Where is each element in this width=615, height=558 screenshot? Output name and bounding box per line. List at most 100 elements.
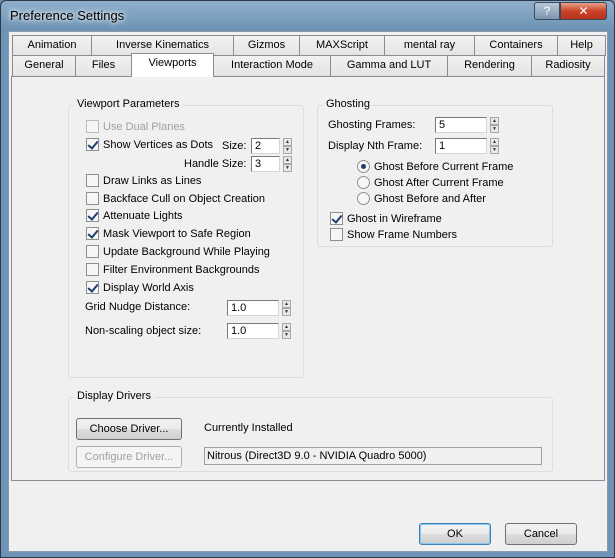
- grid-nudge-spinner[interactable]: 1.0 ▲ ▼: [227, 300, 291, 316]
- ghost-before-radio-dot[interactable]: [357, 160, 370, 173]
- tab-containers[interactable]: Containers: [474, 35, 558, 56]
- ghost-before-and-after-label: Ghost Before and After: [374, 192, 486, 205]
- tab-files[interactable]: Files: [75, 55, 132, 76]
- display-world-axis-checkbox[interactable]: Display World Axis: [86, 281, 194, 294]
- cancel-button[interactable]: Cancel: [505, 523, 577, 545]
- ok-button[interactable]: OK: [419, 523, 491, 545]
- filter-env-backgrounds-label: Filter Environment Backgrounds: [103, 263, 260, 276]
- use-dual-planes-box[interactable]: [86, 120, 99, 133]
- spinner-down-icon[interactable]: ▼: [283, 146, 292, 154]
- display-world-axis-label: Display World Axis: [103, 281, 194, 294]
- ghost-before-radio[interactable]: Ghost Before Current Frame: [357, 160, 513, 173]
- window-title: Preference Settings: [10, 8, 125, 23]
- filter-env-backgrounds-box[interactable]: [86, 263, 99, 276]
- use-dual-planes-checkbox[interactable]: Use Dual Planes: [86, 120, 185, 133]
- update-background-checkbox[interactable]: Update Background While Playing: [86, 245, 270, 258]
- ghost-before-label: Ghost Before Current Frame: [374, 160, 514, 173]
- spinner-up-icon[interactable]: ▲: [282, 323, 291, 331]
- handle-size-input[interactable]: 3: [251, 156, 280, 172]
- tab-rendering[interactable]: Rendering: [447, 55, 532, 76]
- show-vertices-as-dots-box[interactable]: [86, 138, 99, 151]
- ghost-before-and-after-radio[interactable]: Ghost Before and After: [357, 192, 486, 205]
- preference-settings-window: Preference Settings ? ✕ Animation Invers…: [0, 0, 615, 558]
- non-scaling-spinner[interactable]: 1.0 ▲ ▼: [227, 323, 291, 339]
- display-nth-frame-label: Display Nth Frame:: [328, 140, 423, 152]
- spinner-down-icon[interactable]: ▼: [490, 125, 499, 133]
- spinner-down-icon[interactable]: ▼: [490, 146, 499, 154]
- spinner-up-icon[interactable]: ▲: [283, 156, 292, 164]
- spinner-up-icon[interactable]: ▲: [282, 300, 291, 308]
- backface-cull-box[interactable]: [86, 192, 99, 205]
- display-nth-frame-input[interactable]: 1: [435, 138, 487, 154]
- tab-mental-ray[interactable]: mental ray: [384, 35, 475, 56]
- installed-driver-field: Nitrous (Direct3D 9.0 - NVIDIA Quadro 50…: [204, 447, 542, 465]
- tab-gamma-and-lut[interactable]: Gamma and LUT: [330, 55, 448, 76]
- spinner-down-icon[interactable]: ▼: [282, 331, 291, 339]
- handle-size-spinner-arrows[interactable]: ▲ ▼: [283, 156, 292, 172]
- ghosting-frames-input[interactable]: 5: [435, 117, 487, 133]
- draw-links-as-lines-checkbox[interactable]: Draw Links as Lines: [86, 174, 201, 187]
- backface-cull-checkbox[interactable]: Backface Cull on Object Creation: [86, 192, 265, 205]
- tab-help[interactable]: Help: [557, 35, 606, 56]
- tab-gizmos[interactable]: Gizmos: [233, 35, 300, 56]
- tab-general[interactable]: General: [12, 55, 76, 76]
- filter-env-backgrounds-checkbox[interactable]: Filter Environment Backgrounds: [86, 263, 260, 276]
- currently-installed-label: Currently Installed: [204, 422, 293, 434]
- spinner-up-icon[interactable]: ▲: [490, 138, 499, 146]
- show-vertices-as-dots-label: Show Vertices as Dots: [103, 138, 214, 151]
- tab-viewports[interactable]: Viewports: [131, 53, 214, 77]
- display-drivers-title: Display Drivers: [74, 390, 154, 402]
- ghost-in-wireframe-checkbox[interactable]: Ghost in Wireframe: [330, 212, 442, 225]
- handle-size-spinner[interactable]: 3 ▲ ▼: [251, 156, 292, 172]
- non-scaling-label: Non-scaling object size:: [85, 325, 202, 337]
- attenuate-lights-box[interactable]: [86, 209, 99, 222]
- tab-animation[interactable]: Animation: [12, 35, 92, 56]
- grid-nudge-spinner-arrows[interactable]: ▲ ▼: [282, 300, 291, 316]
- ghost-after-radio-dot[interactable]: [357, 176, 370, 189]
- backface-cull-label: Backface Cull on Object Creation: [103, 192, 266, 205]
- spinner-down-icon[interactable]: ▼: [282, 308, 291, 316]
- mask-viewport-label: Mask Viewport to Safe Region: [103, 227, 251, 240]
- show-frame-numbers-box[interactable]: [330, 228, 343, 241]
- ghost-before-and-after-radio-dot[interactable]: [357, 192, 370, 205]
- close-icon[interactable]: ✕: [560, 2, 607, 20]
- ghosting-frames-spinner[interactable]: 5 ▲ ▼: [435, 117, 499, 133]
- tab-radiosity[interactable]: Radiosity: [531, 55, 605, 76]
- size-spinner-arrows[interactable]: ▲ ▼: [283, 138, 292, 154]
- grid-nudge-label: Grid Nudge Distance:: [85, 301, 191, 313]
- mask-viewport-checkbox[interactable]: Mask Viewport to Safe Region: [86, 227, 251, 240]
- size-spinner[interactable]: 2 ▲ ▼: [251, 138, 292, 154]
- attenuate-lights-checkbox[interactable]: Attenuate Lights: [86, 209, 183, 222]
- non-scaling-input[interactable]: 1.0: [227, 323, 279, 339]
- display-drivers-group: Display Drivers Choose Driver... Current…: [68, 390, 553, 472]
- update-background-box[interactable]: [86, 245, 99, 258]
- ghost-in-wireframe-box[interactable]: [330, 212, 343, 225]
- display-nth-frame-spinner[interactable]: 1 ▲ ▼: [435, 138, 499, 154]
- non-scaling-spinner-arrows[interactable]: ▲ ▼: [282, 323, 291, 339]
- help-icon[interactable]: ?: [534, 2, 560, 20]
- tab-interaction-mode[interactable]: Interaction Mode: [213, 55, 331, 76]
- update-background-label: Update Background While Playing: [103, 245, 270, 258]
- dialog-client-area: Animation Inverse Kinematics Gizmos MAXS…: [8, 31, 608, 552]
- viewport-parameters-group: Viewport Parameters Use Dual Planes Show…: [68, 98, 304, 378]
- ghosting-frames-spinner-arrows[interactable]: ▲ ▼: [490, 117, 499, 133]
- choose-driver-button[interactable]: Choose Driver...: [76, 418, 182, 440]
- show-vertices-as-dots-checkbox[interactable]: Show Vertices as Dots: [86, 138, 213, 151]
- configure-driver-button[interactable]: Configure Driver...: [76, 446, 182, 468]
- spinner-up-icon[interactable]: ▲: [283, 138, 292, 146]
- grid-nudge-input[interactable]: 1.0: [227, 300, 279, 316]
- spinner-down-icon[interactable]: ▼: [283, 164, 292, 172]
- display-nth-frame-spinner-arrows[interactable]: ▲ ▼: [490, 138, 499, 154]
- show-frame-numbers-checkbox[interactable]: Show Frame Numbers: [330, 228, 457, 241]
- tab-row-1: Animation Inverse Kinematics Gizmos MAXS…: [12, 35, 606, 56]
- mask-viewport-box[interactable]: [86, 227, 99, 240]
- spinner-up-icon[interactable]: ▲: [490, 117, 499, 125]
- tab-maxscript[interactable]: MAXScript: [299, 35, 385, 56]
- ghost-after-radio[interactable]: Ghost After Current Frame: [357, 176, 504, 189]
- title-bar[interactable]: Preference Settings ? ✕: [1, 1, 614, 31]
- size-input[interactable]: 2: [251, 138, 280, 154]
- attenuate-lights-label: Attenuate Lights: [103, 209, 183, 222]
- ghosting-title: Ghosting: [323, 98, 374, 110]
- display-world-axis-box[interactable]: [86, 281, 99, 294]
- draw-links-as-lines-box[interactable]: [86, 174, 99, 187]
